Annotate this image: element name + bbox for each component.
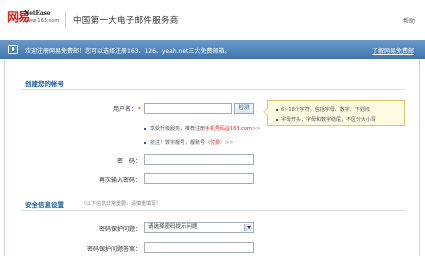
learn-more-link[interactable]: 了解网易免费邮 bbox=[372, 46, 414, 55]
username-label-text: 用户名： bbox=[112, 106, 137, 113]
account-section-title: 创建您的帐号 bbox=[25, 80, 64, 88]
tip-line-2: 字母开头，字母和数字结尾，不区分大小写 bbox=[276, 116, 376, 123]
notice-text: 欢迎注册网易免费邮！您可以选择注册163、126、yeah.net三大免费邮箱。 bbox=[25, 48, 231, 55]
username-label: 用户名：* bbox=[101, 104, 141, 113]
help-link[interactable]: 帮助 bbox=[403, 16, 415, 25]
repassword-label: 再次输入密码： bbox=[98, 177, 141, 184]
tip-text-1: 6~18个字符，包括字母、数字、下划线 bbox=[281, 107, 370, 113]
suggest-vip-arrow[interactable]: ）>> bbox=[220, 140, 233, 146]
bullet-icon bbox=[144, 141, 146, 144]
account-section-header: 创建您的帐号 bbox=[21, 74, 405, 90]
page-header: 网易 NetEase www.163.com 中国第一大电子邮件服务商 帮助 bbox=[0, 0, 425, 38]
suggest-mobile-arrow[interactable]: >> bbox=[252, 126, 260, 132]
security-question-value: 请选择密码提示问题 bbox=[148, 224, 198, 230]
security-question-label: 密码保护问题： bbox=[98, 226, 141, 233]
notice-bar: 欢迎注册网易免费邮！您可以选择注册163、126、yeah.net三大免费邮箱。… bbox=[0, 40, 425, 59]
chevron-down-icon[interactable] bbox=[244, 224, 252, 231]
required-mark: * bbox=[138, 106, 141, 113]
netease-logo[interactable]: 网易 NetEase www.163.com bbox=[7, 8, 60, 32]
slogan: 中国第一大电子邮件服务商 bbox=[73, 16, 179, 26]
security-answer-input[interactable] bbox=[144, 242, 254, 253]
security-answer-label: 密码保护问题答案： bbox=[86, 246, 141, 253]
check-username-button[interactable]: 检测 bbox=[234, 103, 254, 114]
suggest-mobile-line: 享受升级服务，推荐注册手机号码@163.com>> bbox=[144, 125, 260, 132]
security-section-header: 安全信息设置 （以下信息非常重要，请慎重填写） bbox=[21, 195, 405, 211]
suggest-vip-line: 抢注！数字靓号，靓账号（付费）>> bbox=[144, 139, 233, 146]
security-section-note: （以下信息非常重要，请慎重填写） bbox=[81, 201, 162, 207]
info-icon bbox=[8, 45, 18, 54]
tip-bullet-icon bbox=[276, 108, 278, 111]
suggest-mobile-link[interactable]: 手机号码@163.com bbox=[205, 126, 252, 132]
password-input[interactable] bbox=[144, 154, 254, 165]
header-divider bbox=[65, 12, 66, 28]
username-tip-box: 6~18个字符，包括字母、数字、下划线 字母开头，字母和数字结尾，不区分大小写 bbox=[263, 100, 405, 126]
logo-domain-text: www.163.com bbox=[24, 18, 60, 24]
password-label: 密 码： bbox=[116, 158, 141, 165]
tip-bullet-icon bbox=[276, 118, 278, 121]
suggest-vip-prefix[interactable]: 抢注！数字靓号，靓账号（ bbox=[150, 140, 210, 146]
security-question-select[interactable]: 请选择密码提示问题 bbox=[144, 222, 254, 233]
logo-en-text: NetEase bbox=[24, 10, 51, 17]
tip-line-1: 6~18个字符，包括字母、数字、下划线 bbox=[276, 106, 370, 113]
security-section-title: 安全信息设置 bbox=[25, 201, 64, 209]
username-input[interactable] bbox=[144, 103, 232, 114]
tip-text-2: 字母开头，字母和数字结尾，不区分大小写 bbox=[281, 117, 377, 123]
registration-panel: 创建您的帐号 用户名：* 检测 6~18个字符，包括字母、数字、下划线 字母开头… bbox=[4, 60, 420, 256]
repassword-input[interactable] bbox=[144, 173, 254, 184]
bullet-icon bbox=[144, 127, 146, 130]
suggest-mobile-prefix: 享受升级服务，推荐注册 bbox=[150, 126, 206, 132]
paid-label: 付费 bbox=[210, 140, 221, 146]
